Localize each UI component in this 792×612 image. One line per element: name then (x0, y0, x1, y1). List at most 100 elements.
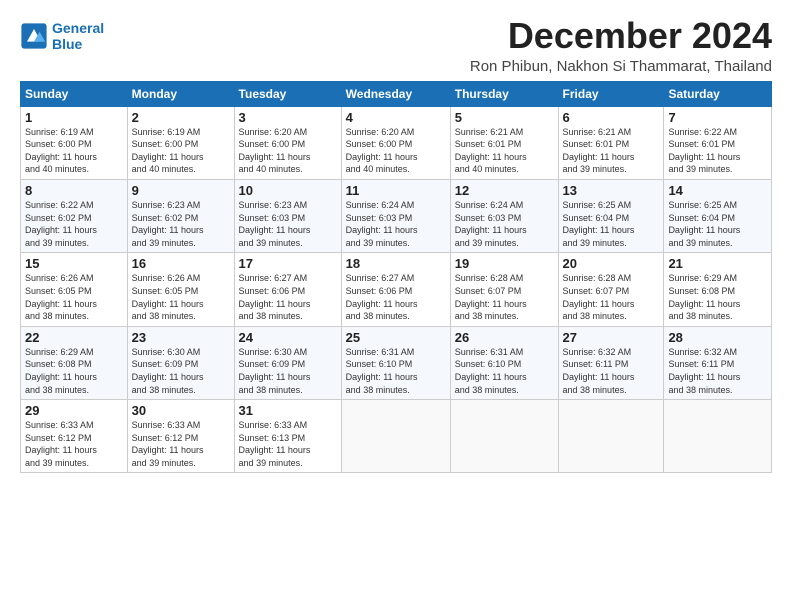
day-number: 2 (132, 110, 230, 125)
calendar-cell: 23Sunrise: 6:30 AM Sunset: 6:09 PM Dayli… (127, 326, 234, 399)
day-info: Sunrise: 6:28 AM Sunset: 6:07 PM Dayligh… (563, 272, 660, 322)
calendar-cell (558, 400, 664, 473)
calendar-cell: 16Sunrise: 6:26 AM Sunset: 6:05 PM Dayli… (127, 253, 234, 326)
day-number: 24 (239, 330, 337, 345)
calendar-cell: 27Sunrise: 6:32 AM Sunset: 6:11 PM Dayli… (558, 326, 664, 399)
calendar-cell: 26Sunrise: 6:31 AM Sunset: 6:10 PM Dayli… (450, 326, 558, 399)
day-info: Sunrise: 6:29 AM Sunset: 6:08 PM Dayligh… (25, 346, 123, 396)
calendar-cell: 8Sunrise: 6:22 AM Sunset: 6:02 PM Daylig… (21, 179, 128, 252)
title-block: December 2024 Ron Phibun, Nakhon Si Tham… (470, 16, 772, 75)
calendar-cell: 14Sunrise: 6:25 AM Sunset: 6:04 PM Dayli… (664, 179, 772, 252)
calendar-cell: 6Sunrise: 6:21 AM Sunset: 6:01 PM Daylig… (558, 106, 664, 179)
day-info: Sunrise: 6:32 AM Sunset: 6:11 PM Dayligh… (563, 346, 660, 396)
calendar-week-3: 15Sunrise: 6:26 AM Sunset: 6:05 PM Dayli… (21, 253, 772, 326)
subtitle: Ron Phibun, Nakhon Si Thammarat, Thailan… (470, 58, 772, 75)
day-info: Sunrise: 6:30 AM Sunset: 6:09 PM Dayligh… (132, 346, 230, 396)
calendar-cell: 21Sunrise: 6:29 AM Sunset: 6:08 PM Dayli… (664, 253, 772, 326)
calendar-week-4: 22Sunrise: 6:29 AM Sunset: 6:08 PM Dayli… (21, 326, 772, 399)
calendar-cell: 15Sunrise: 6:26 AM Sunset: 6:05 PM Dayli… (21, 253, 128, 326)
calendar-cell: 19Sunrise: 6:28 AM Sunset: 6:07 PM Dayli… (450, 253, 558, 326)
day-number: 21 (668, 256, 767, 271)
logo: General Blue (20, 20, 104, 52)
day-info: Sunrise: 6:20 AM Sunset: 6:00 PM Dayligh… (346, 126, 446, 176)
calendar-cell: 7Sunrise: 6:22 AM Sunset: 6:01 PM Daylig… (664, 106, 772, 179)
day-info: Sunrise: 6:33 AM Sunset: 6:12 PM Dayligh… (132, 419, 230, 469)
calendar-cell: 2Sunrise: 6:19 AM Sunset: 6:00 PM Daylig… (127, 106, 234, 179)
day-number: 7 (668, 110, 767, 125)
day-info: Sunrise: 6:23 AM Sunset: 6:03 PM Dayligh… (239, 199, 337, 249)
month-title: December 2024 (470, 16, 772, 56)
day-number: 17 (239, 256, 337, 271)
day-info: Sunrise: 6:22 AM Sunset: 6:02 PM Dayligh… (25, 199, 123, 249)
day-number: 14 (668, 183, 767, 198)
day-header-thursday: Thursday (450, 81, 558, 106)
day-header-monday: Monday (127, 81, 234, 106)
day-number: 8 (25, 183, 123, 198)
day-info: Sunrise: 6:32 AM Sunset: 6:11 PM Dayligh… (668, 346, 767, 396)
day-info: Sunrise: 6:27 AM Sunset: 6:06 PM Dayligh… (346, 272, 446, 322)
day-info: Sunrise: 6:26 AM Sunset: 6:05 PM Dayligh… (25, 272, 123, 322)
day-info: Sunrise: 6:20 AM Sunset: 6:00 PM Dayligh… (239, 126, 337, 176)
day-number: 16 (132, 256, 230, 271)
day-number: 10 (239, 183, 337, 198)
day-number: 11 (346, 183, 446, 198)
calendar-cell: 30Sunrise: 6:33 AM Sunset: 6:12 PM Dayli… (127, 400, 234, 473)
day-number: 5 (455, 110, 554, 125)
calendar-cell: 31Sunrise: 6:33 AM Sunset: 6:13 PM Dayli… (234, 400, 341, 473)
day-number: 30 (132, 403, 230, 418)
day-info: Sunrise: 6:24 AM Sunset: 6:03 PM Dayligh… (455, 199, 554, 249)
calendar-week-2: 8Sunrise: 6:22 AM Sunset: 6:02 PM Daylig… (21, 179, 772, 252)
calendar-cell: 5Sunrise: 6:21 AM Sunset: 6:01 PM Daylig… (450, 106, 558, 179)
day-info: Sunrise: 6:19 AM Sunset: 6:00 PM Dayligh… (25, 126, 123, 176)
day-info: Sunrise: 6:33 AM Sunset: 6:13 PM Dayligh… (239, 419, 337, 469)
day-number: 31 (239, 403, 337, 418)
day-info: Sunrise: 6:25 AM Sunset: 6:04 PM Dayligh… (563, 199, 660, 249)
calendar-week-1: 1Sunrise: 6:19 AM Sunset: 6:00 PM Daylig… (21, 106, 772, 179)
day-info: Sunrise: 6:21 AM Sunset: 6:01 PM Dayligh… (455, 126, 554, 176)
calendar-cell: 17Sunrise: 6:27 AM Sunset: 6:06 PM Dayli… (234, 253, 341, 326)
calendar-cell: 29Sunrise: 6:33 AM Sunset: 6:12 PM Dayli… (21, 400, 128, 473)
day-number: 12 (455, 183, 554, 198)
day-number: 23 (132, 330, 230, 345)
day-number: 29 (25, 403, 123, 418)
day-number: 27 (563, 330, 660, 345)
day-info: Sunrise: 6:29 AM Sunset: 6:08 PM Dayligh… (668, 272, 767, 322)
calendar-cell: 28Sunrise: 6:32 AM Sunset: 6:11 PM Dayli… (664, 326, 772, 399)
day-number: 3 (239, 110, 337, 125)
day-number: 22 (25, 330, 123, 345)
day-header-sunday: Sunday (21, 81, 128, 106)
calendar-cell (664, 400, 772, 473)
day-info: Sunrise: 6:31 AM Sunset: 6:10 PM Dayligh… (455, 346, 554, 396)
day-number: 25 (346, 330, 446, 345)
calendar-cell (341, 400, 450, 473)
day-info: Sunrise: 6:25 AM Sunset: 6:04 PM Dayligh… (668, 199, 767, 249)
calendar-cell: 24Sunrise: 6:30 AM Sunset: 6:09 PM Dayli… (234, 326, 341, 399)
day-info: Sunrise: 6:23 AM Sunset: 6:02 PM Dayligh… (132, 199, 230, 249)
day-number: 19 (455, 256, 554, 271)
day-info: Sunrise: 6:28 AM Sunset: 6:07 PM Dayligh… (455, 272, 554, 322)
calendar-cell: 20Sunrise: 6:28 AM Sunset: 6:07 PM Dayli… (558, 253, 664, 326)
calendar-cell (450, 400, 558, 473)
day-number: 4 (346, 110, 446, 125)
day-info: Sunrise: 6:21 AM Sunset: 6:01 PM Dayligh… (563, 126, 660, 176)
day-number: 9 (132, 183, 230, 198)
calendar-cell: 13Sunrise: 6:25 AM Sunset: 6:04 PM Dayli… (558, 179, 664, 252)
day-header-tuesday: Tuesday (234, 81, 341, 106)
calendar: SundayMondayTuesdayWednesdayThursdayFrid… (20, 81, 772, 474)
calendar-cell: 12Sunrise: 6:24 AM Sunset: 6:03 PM Dayli… (450, 179, 558, 252)
day-info: Sunrise: 6:30 AM Sunset: 6:09 PM Dayligh… (239, 346, 337, 396)
day-info: Sunrise: 6:27 AM Sunset: 6:06 PM Dayligh… (239, 272, 337, 322)
logo-icon (20, 22, 48, 50)
calendar-cell: 10Sunrise: 6:23 AM Sunset: 6:03 PM Dayli… (234, 179, 341, 252)
calendar-cell: 4Sunrise: 6:20 AM Sunset: 6:00 PM Daylig… (341, 106, 450, 179)
header: General Blue December 2024 Ron Phibun, N… (20, 16, 772, 75)
day-header-saturday: Saturday (664, 81, 772, 106)
calendar-cell: 9Sunrise: 6:23 AM Sunset: 6:02 PM Daylig… (127, 179, 234, 252)
day-info: Sunrise: 6:24 AM Sunset: 6:03 PM Dayligh… (346, 199, 446, 249)
day-header-friday: Friday (558, 81, 664, 106)
calendar-header-row: SundayMondayTuesdayWednesdayThursdayFrid… (21, 81, 772, 106)
calendar-cell: 18Sunrise: 6:27 AM Sunset: 6:06 PM Dayli… (341, 253, 450, 326)
calendar-week-5: 29 Sunrise: 6:33 AM Sunset: 6:12 PM Dayli… (21, 400, 772, 473)
calendar-cell: 3Sunrise: 6:20 AM Sunset: 6:00 PM Daylig… (234, 106, 341, 179)
day-info: Sunrise: 6:19 AM Sunset: 6:00 PM Dayligh… (132, 126, 230, 176)
